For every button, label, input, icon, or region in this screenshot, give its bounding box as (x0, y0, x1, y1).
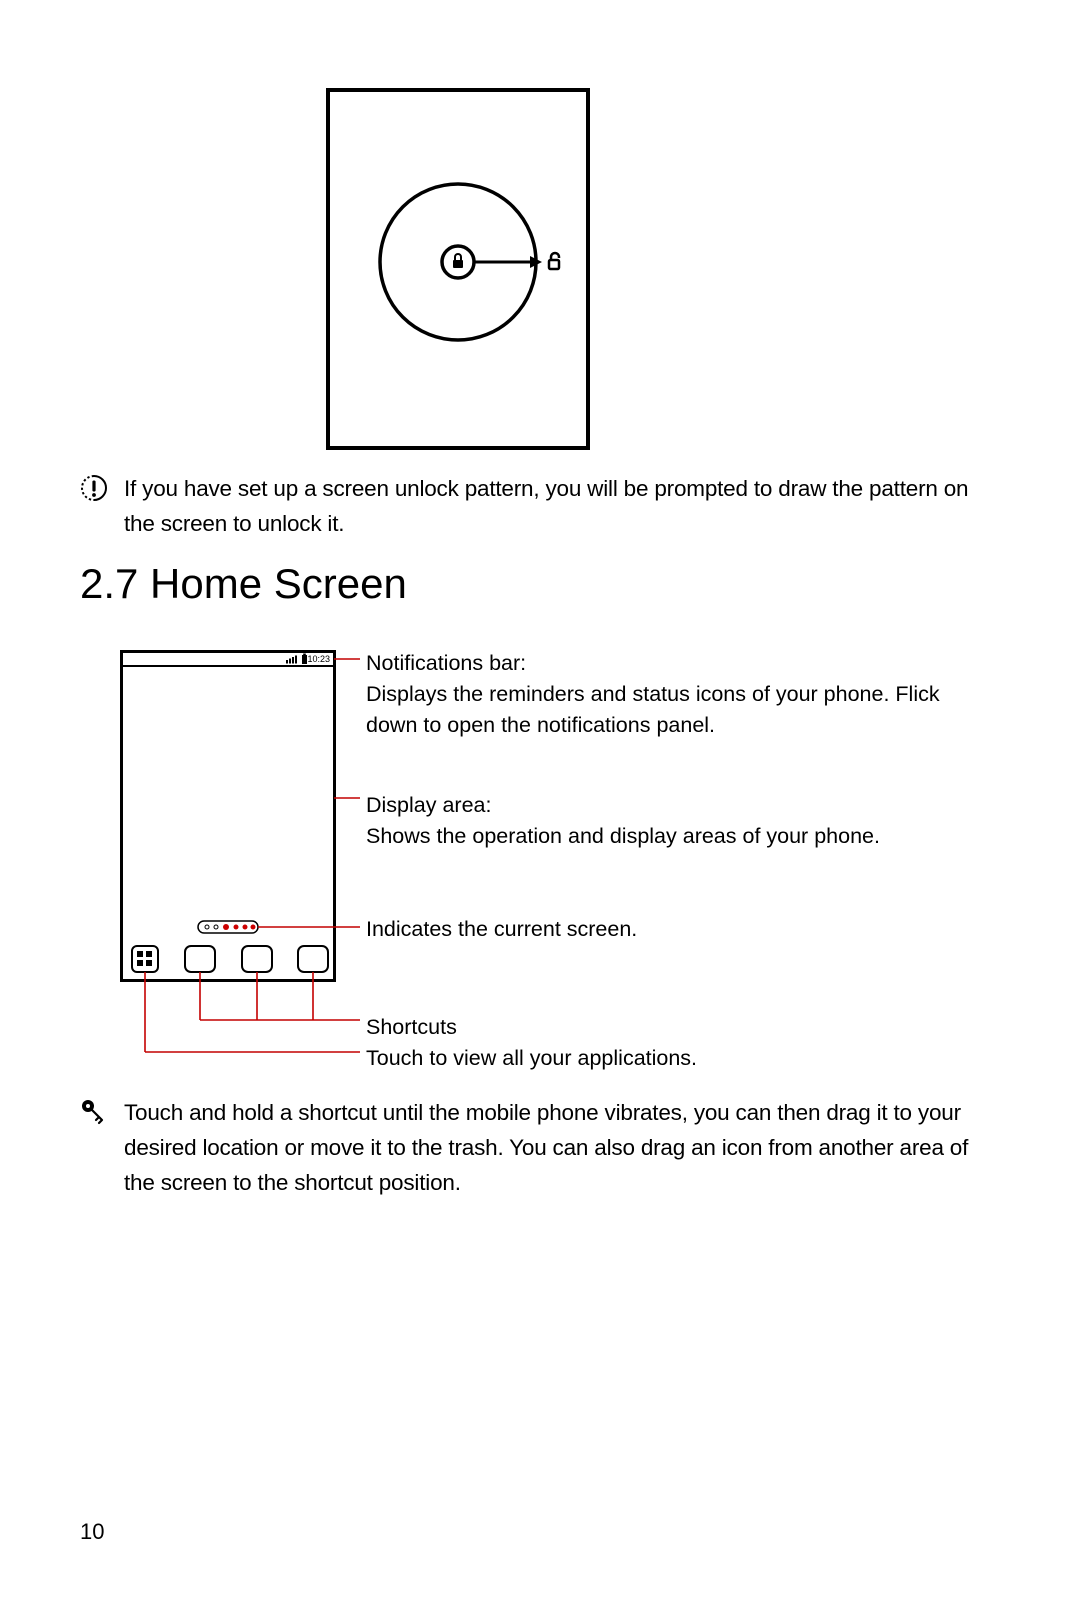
lock-screen-figure (326, 88, 590, 450)
callout-indicator: Indicates the current screen. (366, 914, 637, 945)
info-icon (80, 474, 110, 542)
tip-text: Touch and hold a shortcut until the mobi… (124, 1096, 1000, 1201)
section-heading: 2.7 Home Screen (80, 560, 407, 608)
page-indicator (198, 921, 258, 933)
key-icon (80, 1098, 110, 1201)
page-number: 10 (80, 1519, 104, 1545)
callout-apps: Touch to view all your applications. (366, 1043, 697, 1074)
home-screen-diagram: 10:23 (120, 650, 1000, 1070)
callout-display-area: Display area: Shows the operation and di… (366, 790, 880, 852)
note-row: If you have set up a screen unlock patte… (80, 472, 1000, 542)
shortcut-2 (242, 946, 272, 972)
note-text: If you have set up a screen unlock patte… (124, 472, 1000, 542)
status-time: 10:23 (307, 654, 330, 664)
callout-notifications: Notifications bar: Displays the reminder… (366, 648, 986, 742)
apps-icon (132, 946, 158, 972)
callout-shortcuts: Shortcuts (366, 1012, 457, 1043)
shortcut-3 (298, 946, 328, 972)
battery-icon (302, 654, 307, 665)
phone-mockup: 10:23 (120, 650, 336, 982)
shortcut-1 (185, 946, 215, 972)
signal-icon (286, 656, 297, 664)
page: If you have set up a screen unlock patte… (0, 0, 1080, 1617)
tip-row: Touch and hold a shortcut until the mobi… (80, 1096, 1000, 1201)
